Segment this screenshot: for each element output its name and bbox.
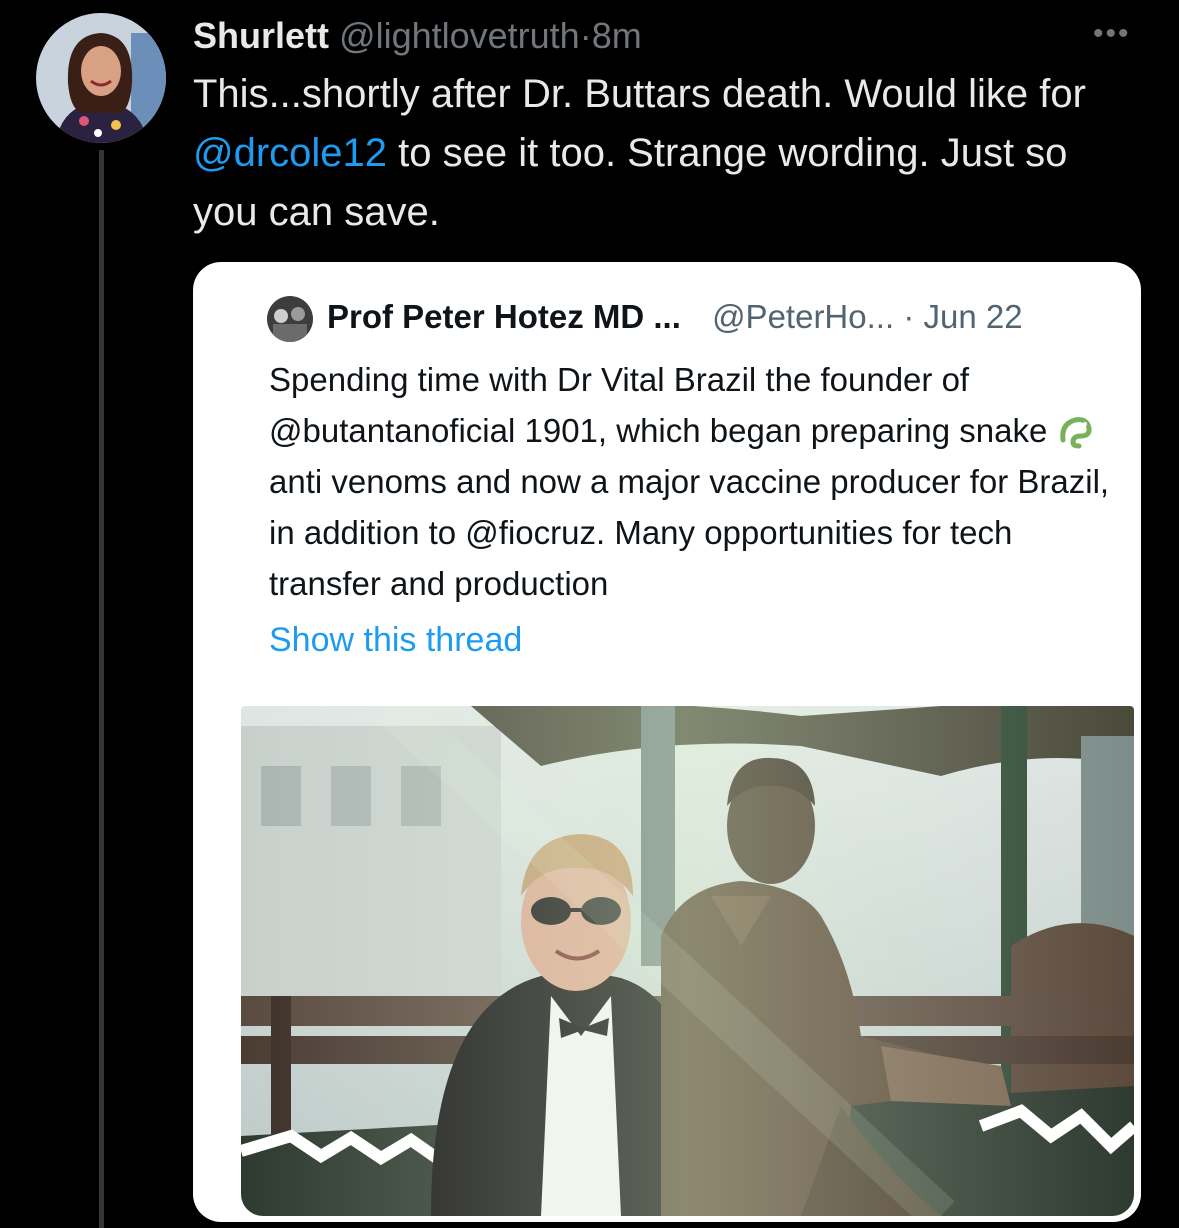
tweet-time[interactable]: 8m: [592, 15, 642, 56]
author-avatar[interactable]: [36, 13, 166, 143]
quoted-tweet-photo[interactable]: [241, 706, 1134, 1216]
author-name[interactable]: Shurlett: [193, 15, 329, 56]
thread-connector-line: [99, 150, 104, 1228]
tweet-header: Shurlett @lightlovetruth·8m: [193, 12, 642, 60]
quoted-date: Jun 22: [923, 298, 1023, 335]
quoted-text-part: anti venoms and now a major vaccine prod…: [269, 463, 1110, 602]
tweet-text: This...shortly after Dr. Buttars death. …: [193, 65, 1113, 242]
quoted-separator: ·: [903, 298, 915, 335]
quoted-tweet-header: Prof Peter Hotez MD ... @PeterHo... · Ju…: [271, 292, 1023, 342]
quoted-tweet-card[interactable]: Prof Peter Hotez MD ... @PeterHo... · Ju…: [193, 262, 1141, 1222]
quoted-tweet-text: Spending time with Dr Vital Brazil the f…: [269, 354, 1119, 609]
snake-emoji-icon: [1057, 410, 1097, 450]
quoted-author-handle: @PeterHo...: [712, 298, 895, 335]
author-handle[interactable]: @lightlovetruth: [339, 15, 580, 56]
quoted-author-name: Prof Peter Hotez MD ...: [327, 298, 681, 335]
tweet-text-part: This...shortly after Dr. Buttars death. …: [193, 72, 1086, 116]
show-thread-link[interactable]: Show this thread: [269, 615, 522, 665]
more-options-icon[interactable]: •••: [1093, 19, 1139, 49]
quoted-text-part: Spending time with Dr Vital Brazil the f…: [269, 361, 1057, 449]
header-separator: ·: [579, 15, 592, 56]
mention-link[interactable]: @drcole12: [193, 131, 387, 175]
